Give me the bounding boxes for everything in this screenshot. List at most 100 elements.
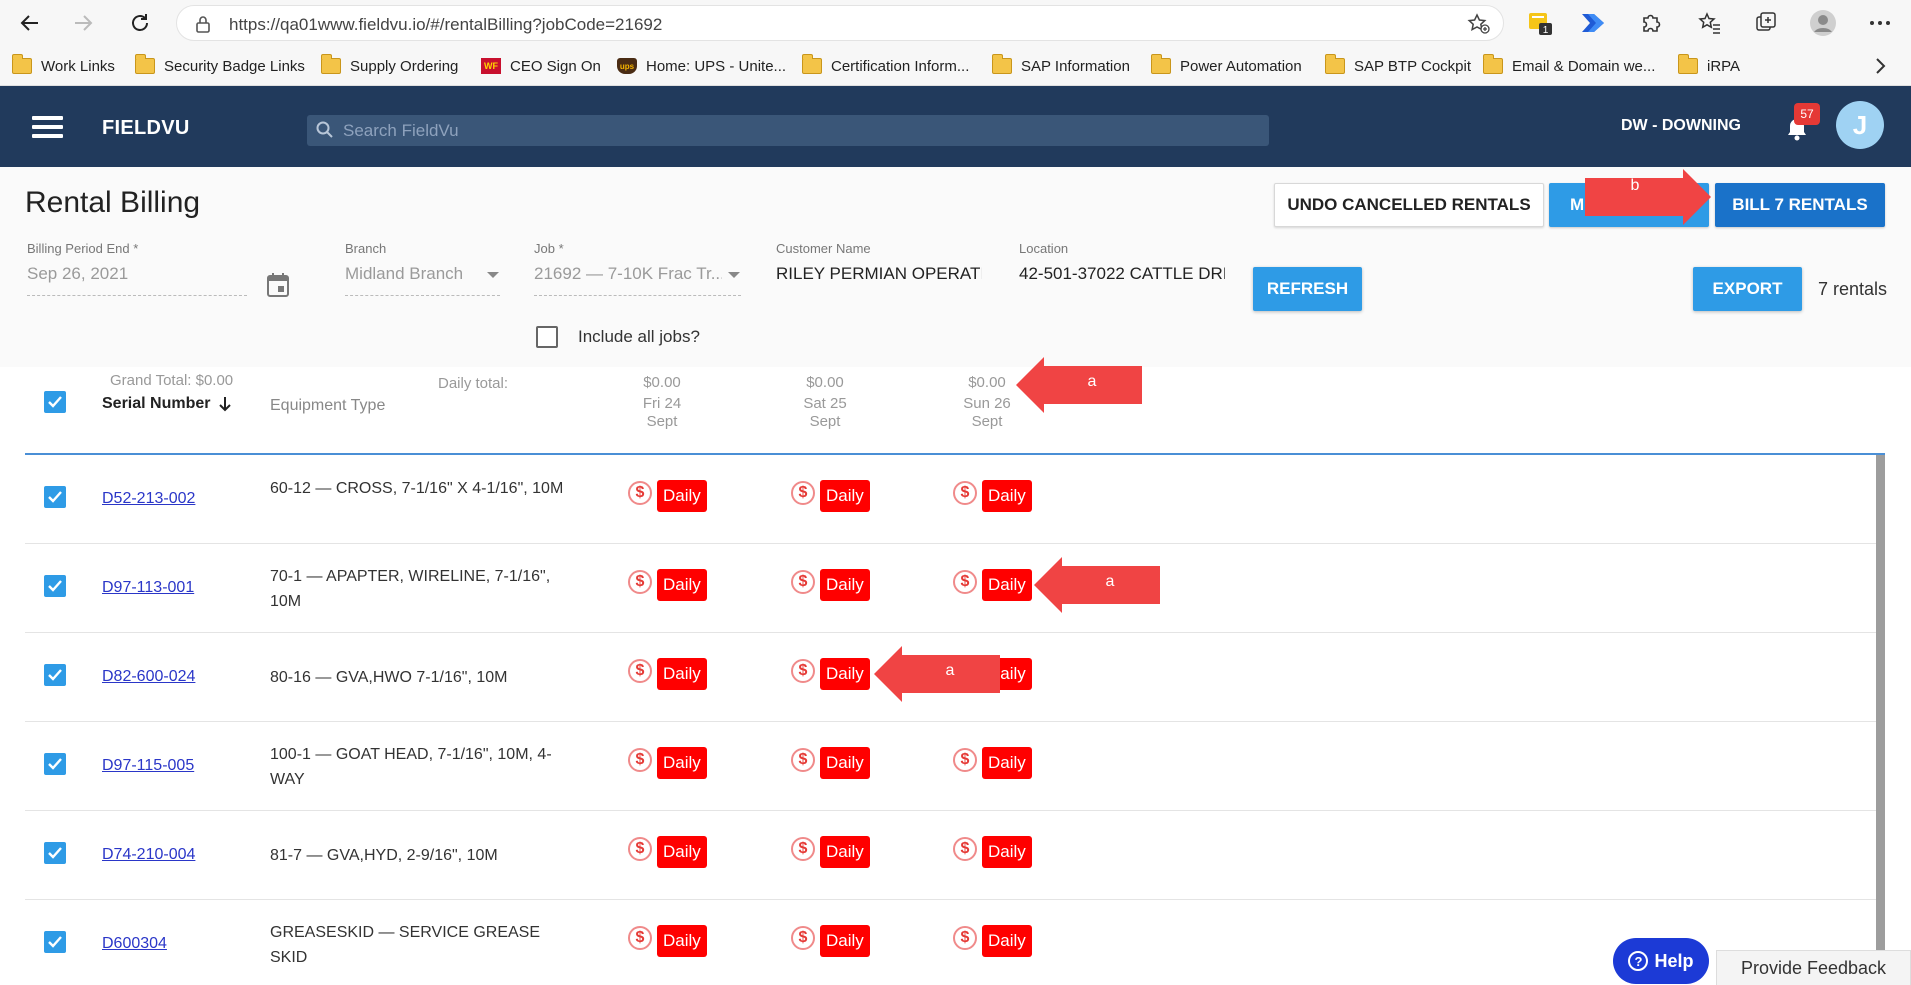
- dollar-icon[interactable]: $: [791, 659, 815, 683]
- dollar-icon[interactable]: $: [628, 570, 652, 594]
- rate-cell[interactable]: $Daily: [628, 836, 707, 868]
- daily-rate-badge[interactable]: Daily: [820, 925, 870, 957]
- row-checkbox[interactable]: [44, 575, 66, 597]
- daily-rate-badge[interactable]: Daily: [657, 658, 707, 690]
- serial-number-link[interactable]: D97-113-001: [102, 579, 194, 597]
- search-input[interactable]: [343, 118, 1243, 143]
- row-checkbox[interactable]: [44, 753, 66, 775]
- dollar-icon[interactable]: $: [628, 926, 652, 950]
- hamburger-menu-icon[interactable]: [32, 116, 63, 138]
- daily-rate-badge[interactable]: Daily: [982, 569, 1032, 601]
- bookmark-power-automation[interactable]: Power Automation: [1151, 54, 1302, 78]
- rate-cell[interactable]: $Daily: [628, 747, 707, 779]
- extensions-puzzle-icon[interactable]: [1636, 8, 1666, 38]
- bookmark-certification[interactable]: Certification Inform...: [802, 54, 969, 78]
- daily-rate-badge[interactable]: Daily: [820, 480, 870, 512]
- address-bar[interactable]: https://qa01www.fieldvu.io/#/rentalBilli…: [176, 5, 1504, 41]
- chevron-down-icon[interactable]: [728, 272, 740, 278]
- serial-number-column-header[interactable]: Serial Number: [102, 395, 232, 413]
- include-all-jobs-checkbox[interactable]: Include all jobs?: [536, 326, 700, 348]
- refresh-icon[interactable]: [125, 8, 155, 38]
- daily-rate-badge[interactable]: Daily: [820, 836, 870, 868]
- dollar-icon[interactable]: $: [791, 481, 815, 505]
- user-avatar[interactable]: J: [1836, 101, 1884, 149]
- rate-cell[interactable]: $Daily: [953, 925, 1032, 957]
- export-button[interactable]: EXPORT: [1693, 267, 1802, 311]
- daily-rate-badge[interactable]: Daily: [657, 747, 707, 779]
- rate-cell[interactable]: $Daily: [953, 836, 1032, 868]
- dollar-icon[interactable]: $: [791, 926, 815, 950]
- refresh-button[interactable]: REFRESH: [1253, 267, 1362, 311]
- bookmark-ceo-sign-on[interactable]: WF CEO Sign On: [481, 54, 601, 78]
- row-checkbox[interactable]: [44, 486, 66, 508]
- dollar-icon[interactable]: $: [791, 570, 815, 594]
- serial-number-link[interactable]: D97-115-005: [102, 757, 194, 775]
- daily-rate-badge[interactable]: Daily: [657, 480, 707, 512]
- dollar-icon[interactable]: $: [953, 570, 977, 594]
- favorite-star-icon[interactable]: [1467, 13, 1491, 35]
- daily-rate-badge[interactable]: Daily: [657, 925, 707, 957]
- dollar-icon[interactable]: $: [791, 748, 815, 772]
- dollar-icon[interactable]: $: [628, 481, 652, 505]
- calendar-icon[interactable]: [266, 272, 290, 298]
- rate-cell[interactable]: $Daily: [953, 569, 1032, 601]
- dollar-icon[interactable]: $: [628, 837, 652, 861]
- extension-note-icon[interactable]: 1: [1525, 8, 1555, 38]
- grid-scrollbar[interactable]: [1876, 455, 1885, 985]
- dollar-icon[interactable]: $: [791, 837, 815, 861]
- daily-rate-badge[interactable]: Daily: [982, 747, 1032, 779]
- job-dropdown[interactable]: Job * 21692 — 7-10K Frac Tr...: [534, 241, 741, 301]
- rate-cell[interactable]: $Daily: [628, 925, 707, 957]
- daily-rate-badge[interactable]: Daily: [820, 569, 870, 601]
- sort-arrow-down-icon[interactable]: [218, 396, 232, 412]
- bookmark-supply-ordering[interactable]: Supply Ordering: [321, 54, 458, 78]
- rate-cell[interactable]: $Daily: [628, 480, 707, 512]
- chevron-down-icon[interactable]: [487, 272, 499, 278]
- daily-rate-badge[interactable]: Daily: [982, 480, 1032, 512]
- bookmark-ups-home[interactable]: ups Home: UPS - Unite...: [617, 54, 786, 78]
- branch-dropdown[interactable]: Branch Midland Branch: [345, 241, 500, 301]
- bill-rentals-button[interactable]: BILL 7 RENTALS: [1715, 183, 1885, 227]
- row-checkbox[interactable]: [44, 842, 66, 864]
- rate-cell[interactable]: $Daily: [791, 480, 870, 512]
- chevron-right-icon[interactable]: [1874, 54, 1886, 78]
- back-icon[interactable]: [15, 8, 45, 38]
- collections-icon[interactable]: [1751, 8, 1781, 38]
- serial-number-link[interactable]: D600304: [102, 935, 167, 953]
- bookmark-email-domain[interactable]: Email & Domain we...: [1483, 54, 1655, 78]
- daily-rate-badge[interactable]: Daily: [982, 925, 1032, 957]
- dollar-icon[interactable]: $: [628, 748, 652, 772]
- rate-cell[interactable]: $Daily: [791, 658, 870, 690]
- dollar-icon[interactable]: $: [628, 659, 652, 683]
- daily-rate-badge[interactable]: Daily: [657, 569, 707, 601]
- rate-cell[interactable]: $Daily: [953, 747, 1032, 779]
- provide-feedback-button[interactable]: Provide Feedback: [1716, 950, 1911, 985]
- serial-number-link[interactable]: D82-600-024: [102, 668, 195, 686]
- dollar-icon[interactable]: $: [953, 837, 977, 861]
- help-button[interactable]: ? Help: [1613, 938, 1709, 984]
- bookmark-irpa[interactable]: iRPA: [1678, 54, 1740, 78]
- billing-period-end-field[interactable]: Billing Period End * Sep 26, 2021: [27, 241, 247, 301]
- daily-rate-badge[interactable]: Daily: [982, 836, 1032, 868]
- dollar-icon[interactable]: $: [953, 481, 977, 505]
- rate-cell[interactable]: $Daily: [628, 658, 707, 690]
- rate-cell[interactable]: $Daily: [791, 925, 870, 957]
- bookmark-work-links[interactable]: Work Links: [12, 54, 115, 78]
- bookmark-security-badge-links[interactable]: Security Badge Links: [135, 54, 305, 78]
- rate-cell[interactable]: $Daily: [791, 747, 870, 779]
- rate-cell[interactable]: $Daily: [953, 480, 1032, 512]
- more-menu-icon[interactable]: [1865, 8, 1895, 38]
- rate-cell[interactable]: $Daily: [791, 836, 870, 868]
- favorites-icon[interactable]: [1695, 8, 1725, 38]
- branch-selector[interactable]: DW - DOWNING: [1621, 117, 1741, 135]
- profile-icon[interactable]: [1808, 8, 1838, 38]
- bookmark-sap-information[interactable]: SAP Information: [992, 54, 1130, 78]
- daily-rate-badge[interactable]: Daily: [657, 836, 707, 868]
- dollar-icon[interactable]: $: [953, 926, 977, 950]
- serial-number-link[interactable]: D52-213-002: [102, 490, 195, 508]
- row-checkbox[interactable]: [44, 931, 66, 953]
- serial-number-link[interactable]: D74-210-004: [102, 846, 195, 864]
- daily-rate-badge[interactable]: Daily: [820, 658, 870, 690]
- undo-cancelled-rentals-button[interactable]: UNDO CANCELLED RENTALS: [1274, 183, 1544, 227]
- select-all-checkbox[interactable]: [44, 391, 66, 413]
